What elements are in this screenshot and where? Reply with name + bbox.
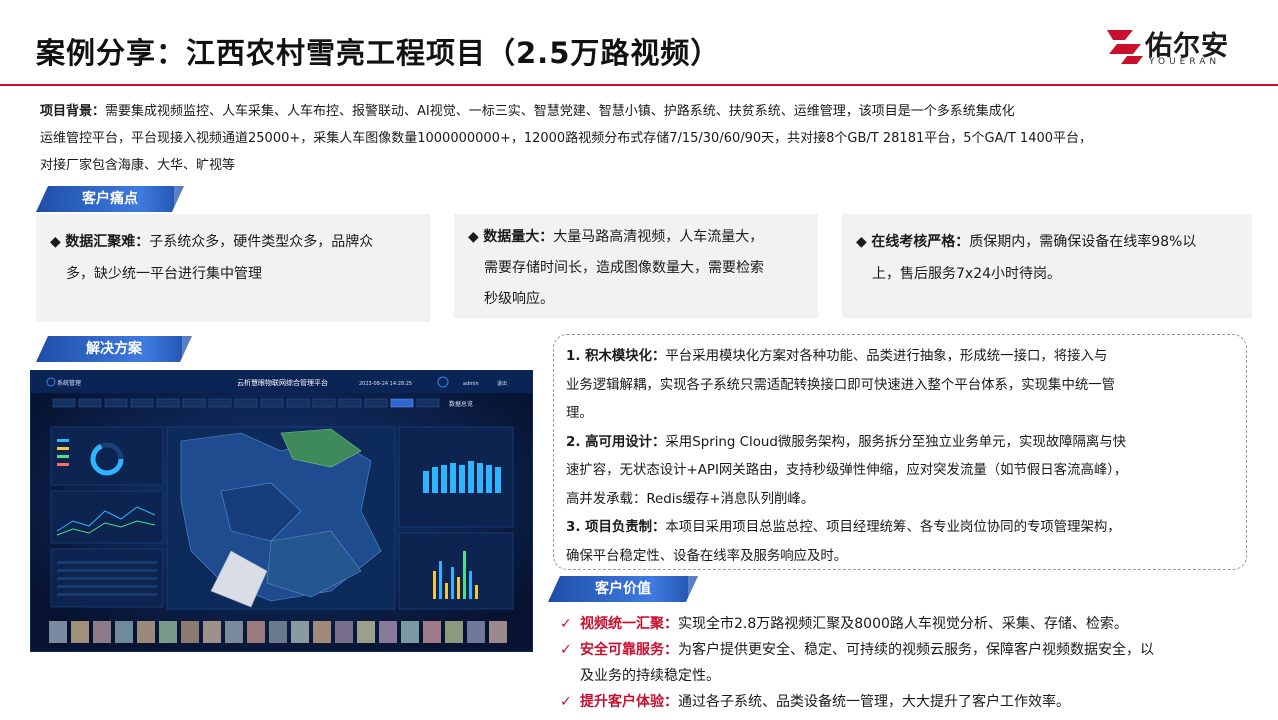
value-item-3: ✓ 提升客户体验：通过各子系统、品类设备统一管理，大大提升了客户工作效率。 [560, 689, 1250, 715]
background-line-3: 对接厂家包含海康、大华、旷视等 [40, 158, 236, 173]
solution-3-label: 3. 项目负责制： [566, 520, 666, 535]
background-line-2: 运维管控平台，平台现接入视频通道25000+，采集人车图像数量100000000… [40, 131, 1093, 146]
solution-ribbon: 解决方案 [36, 336, 192, 362]
brand-logo: 佑尔安 YOUERAN [1103, 22, 1243, 72]
background-label: 项目背景： [40, 104, 106, 119]
dashboard-datetime: 2023-08-24 14:28:25 [359, 381, 412, 387]
dashboard-thumbnail-strip [49, 621, 507, 643]
page-title: 案例分享：江西农村雪亮工程项目（2.5万路视频） [36, 36, 721, 70]
dashboard-graphic: 系统管理 云析慧眼物联网综合管理平台 2023-08-24 14:28:25 a… [31, 371, 532, 651]
pain-point-card-3: ◆ 在线考核严格：质保期内，需确保设备在线率98%以 上，售后服务7x24小时待… [842, 214, 1252, 318]
pain-points-ribbon: 客户痛点 [36, 186, 184, 212]
dashboard-right-panels [398, 426, 514, 610]
dashboard-nav-tabs [52, 398, 440, 408]
logo-mark-icon [1107, 30, 1143, 64]
diamond-bullet-icon: ◆ [468, 229, 484, 245]
check-icon: ✓ [560, 642, 572, 658]
customer-value-list: ✓ 视频统一汇聚：实现全市2.8万路视频汇聚及8000路人车视觉分析、采集、存储… [560, 611, 1250, 715]
solution-2-label: 2. 高可用设计： [566, 434, 666, 450]
project-background: 项目背景：需要集成视频监控、人车采集、人车布控、报警联动、AI视觉、一标三实、智… [40, 98, 1250, 179]
check-icon: ✓ [560, 616, 572, 632]
pain-point-card-1: ◆ 数据汇聚难：子系统众多，硬件类型众多，品牌众 多，缺少统一平台进行集中管理 [36, 214, 430, 322]
solution-1-label: 1. 积木模块化： [566, 349, 666, 364]
dashboard-left-panels [50, 426, 164, 608]
dashboard-title: 云析慧眼物联网综合管理平台 [237, 378, 328, 387]
dashboard-screenshot: 系统管理 云析慧眼物联网综合管理平台 2023-08-24 14:28:25 a… [30, 370, 533, 652]
dashboard-exit: 退出 [497, 380, 507, 387]
dashboard-left-title: 系统管理 [57, 379, 81, 387]
diamond-bullet-icon: ◆ [856, 234, 872, 250]
title-divider [0, 84, 1278, 86]
background-line-1: 项目背景：需要集成视频监控、人车采集、人车布控、报警联动、AI视觉、一标三实、智… [40, 104, 1015, 119]
logo-text-en: YOUERAN [1149, 57, 1221, 67]
dashboard-user: admin [463, 381, 479, 387]
value-item-2: ✓ 安全可靠服务：为客户提供更安全、稳定、可持续的视频云服务，保障客户视频数据安… [560, 637, 1250, 663]
diamond-bullet-icon: ◆ [50, 234, 66, 250]
value-ribbon: 客户价值 [548, 576, 698, 602]
dashboard-nav-right: 数据总览 [449, 400, 473, 408]
solution-box: 1. 积木模块化：平台采用模块化方案对各种功能、品类进行抽象，形成统一接口，将接… [553, 334, 1247, 570]
check-icon: ✓ [560, 694, 572, 710]
pain-point-card-2: ◆ 数据量大：大量马路高清视频，人车流量大， 需要存储时间长，造成图像数量大，需… [454, 214, 818, 318]
dashboard-map [166, 426, 396, 610]
value-item-1: ✓ 视频统一汇聚：实现全市2.8万路视频汇聚及8000路人车视觉分析、采集、存储… [560, 611, 1250, 637]
